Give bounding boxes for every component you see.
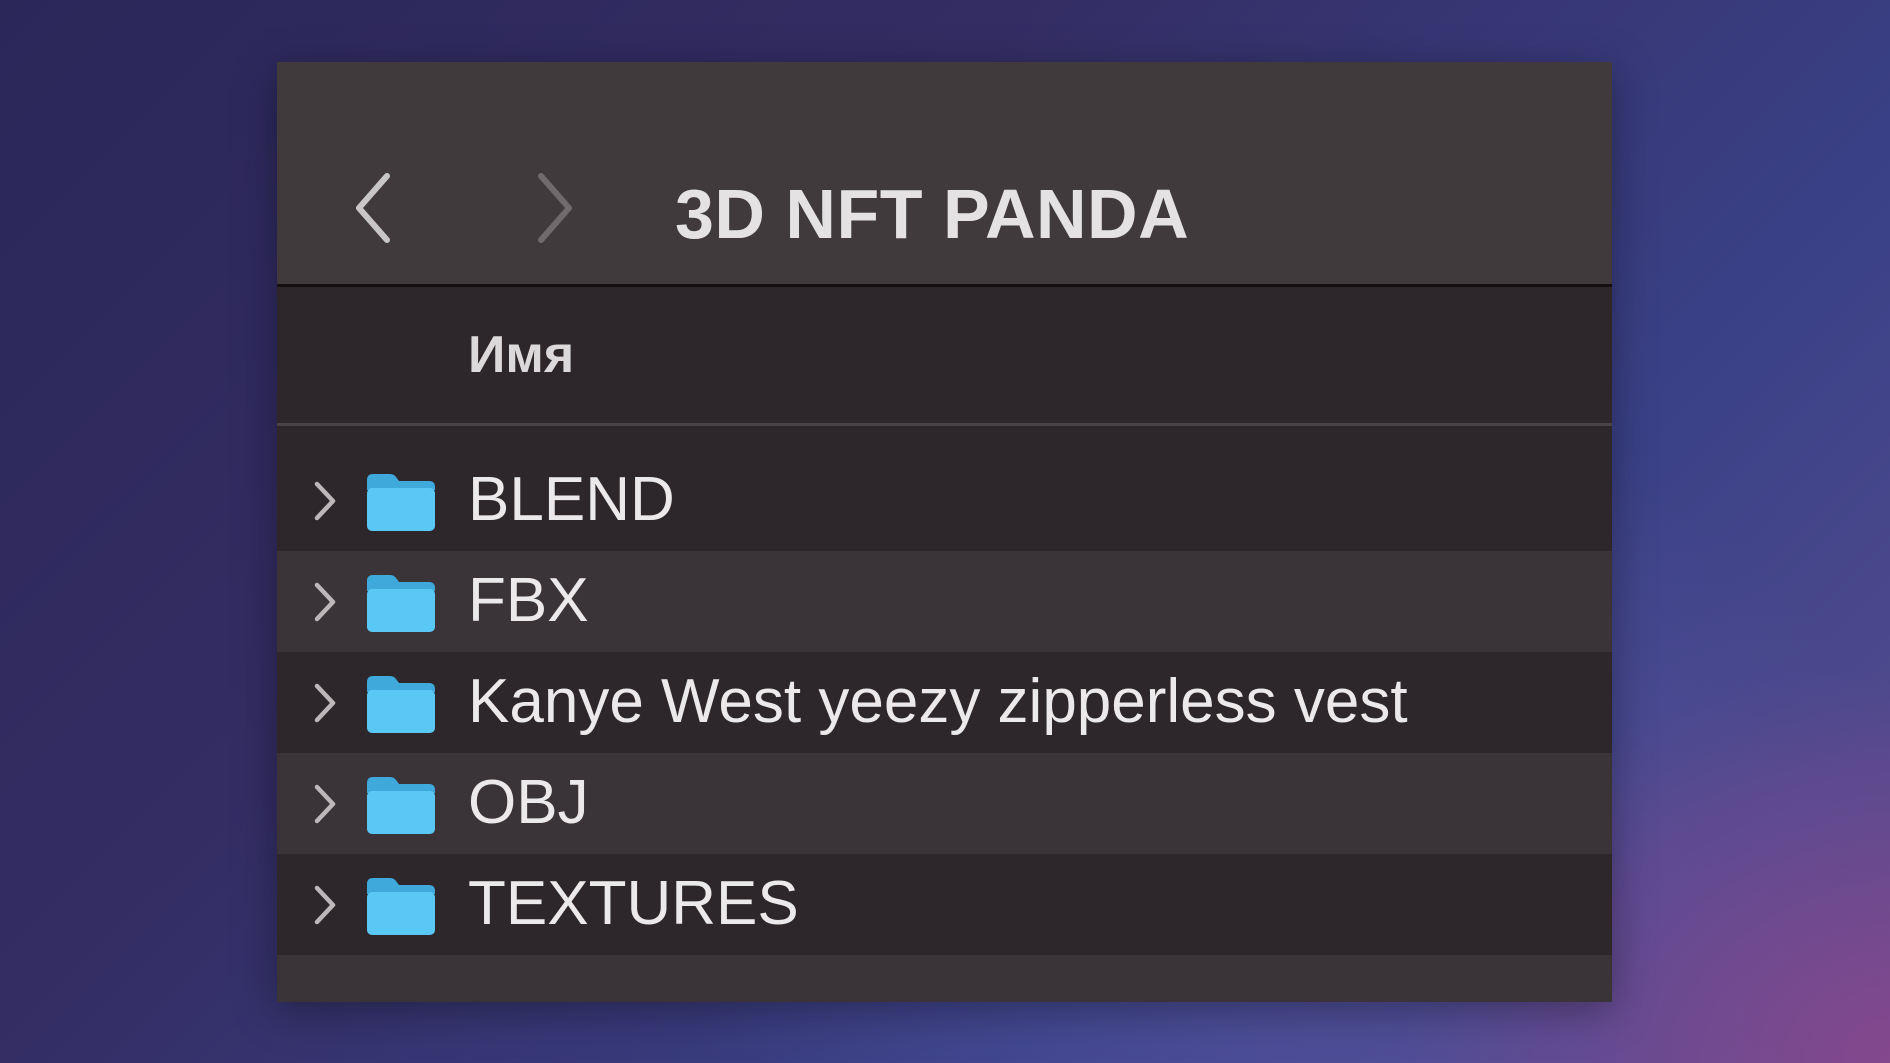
folder-icon xyxy=(367,575,435,632)
list-item[interactable]: Kanye West yeezy zipperless vest xyxy=(277,652,1612,753)
disclosure-triangle[interactable] xyxy=(310,782,340,826)
file-name: Kanye West yeezy zipperless vest xyxy=(468,667,1408,736)
column-header-name[interactable]: Имя xyxy=(468,315,574,395)
disclosure-triangle[interactable] xyxy=(310,479,340,523)
forward-button[interactable] xyxy=(527,166,583,250)
list-item[interactable]: OBJ xyxy=(277,753,1612,854)
finder-window: 3D NFT PANDA Имя BLEND FBX Kanye West ye… xyxy=(277,62,1612,1002)
list-header: Имя xyxy=(277,287,1612,426)
folder-icon xyxy=(367,878,435,935)
disclosure-triangle[interactable] xyxy=(310,681,340,725)
list-footer xyxy=(277,955,1612,1002)
window-title: 3D NFT PANDA xyxy=(675,175,1190,253)
folder-icon xyxy=(367,474,435,531)
file-name: FBX xyxy=(468,566,589,635)
chevron-right-icon xyxy=(314,582,336,622)
file-name: BLEND xyxy=(468,465,675,534)
chevron-right-icon xyxy=(538,173,572,243)
back-button[interactable] xyxy=(345,166,401,250)
file-name: OBJ xyxy=(468,768,589,837)
chevron-right-icon xyxy=(314,885,336,925)
toolbar: 3D NFT PANDA xyxy=(277,62,1612,287)
list-item[interactable]: BLEND xyxy=(277,426,1612,551)
disclosure-triangle[interactable] xyxy=(310,580,340,624)
file-name: TEXTURES xyxy=(468,869,799,938)
folder-icon xyxy=(367,676,435,733)
list-item[interactable]: FBX xyxy=(277,551,1612,652)
chevron-right-icon xyxy=(314,481,336,521)
chevron-left-icon xyxy=(356,173,390,243)
chevron-right-icon xyxy=(314,683,336,723)
file-list: BLEND FBX Kanye West yeezy zipperless ve… xyxy=(277,426,1612,1002)
folder-icon xyxy=(367,777,435,834)
chevron-right-icon xyxy=(314,784,336,824)
disclosure-triangle[interactable] xyxy=(310,883,340,927)
list-item[interactable]: TEXTURES xyxy=(277,854,1612,955)
